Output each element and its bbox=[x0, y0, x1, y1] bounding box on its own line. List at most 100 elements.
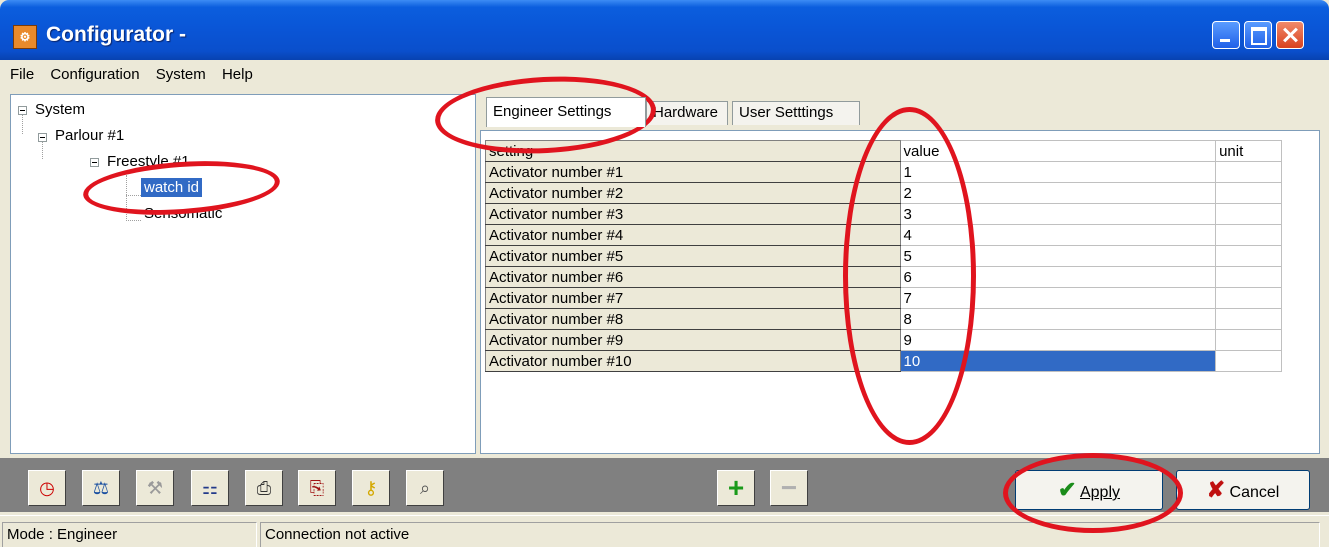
value-cell[interactable]: 3 bbox=[899, 203, 1217, 225]
tree-node-system[interactable]: System bbox=[35, 101, 85, 118]
table-row[interactable]: Activator number #3 3 bbox=[485, 203, 1312, 225]
tree-node-watch-id[interactable]: watch id bbox=[141, 178, 203, 197]
table-row[interactable]: Activator number #8 8 bbox=[485, 308, 1312, 330]
tools-icon[interactable]: ⚒ bbox=[136, 470, 174, 506]
export-icon[interactable]: ⎘ bbox=[298, 470, 336, 506]
table-row[interactable]: Activator number #7 7 bbox=[485, 287, 1312, 309]
grid-blank-cell bbox=[1281, 266, 1312, 288]
close-button[interactable] bbox=[1276, 21, 1304, 49]
tree-line bbox=[126, 175, 127, 221]
menu-system[interactable]: System bbox=[150, 60, 212, 83]
table-row[interactable]: Activator number #5 5 bbox=[485, 245, 1312, 267]
apply-button-label: Apply bbox=[1079, 484, 1121, 501]
grid-blank-cell bbox=[1281, 182, 1312, 204]
collapse-icon[interactable] bbox=[18, 106, 27, 115]
value-cell[interactable]: 8 bbox=[899, 308, 1217, 330]
tab-user-settings[interactable]: User Setttings bbox=[732, 101, 860, 125]
table-row[interactable]: Activator number #4 4 bbox=[485, 224, 1312, 246]
setting-cell[interactable]: Activator number #4 bbox=[485, 224, 901, 246]
network-icon[interactable]: ⚏ bbox=[191, 470, 229, 506]
setting-cell[interactable]: Activator number #9 bbox=[485, 329, 901, 351]
table-row-selected[interactable]: Activator number #10 10 bbox=[485, 350, 1312, 372]
check-icon: ✔ bbox=[1057, 477, 1077, 502]
column-header-value[interactable]: value bbox=[899, 140, 1217, 162]
value-cell[interactable]: 4 bbox=[899, 224, 1217, 246]
search-icon[interactable]: ⌕ bbox=[406, 470, 444, 506]
setting-cell[interactable]: Activator number #7 bbox=[485, 287, 901, 309]
settings-grid[interactable]: setting value unit Activator number #1 1… bbox=[485, 140, 1312, 372]
collapse-icon[interactable] bbox=[90, 158, 99, 167]
grid-blank-cell bbox=[1281, 308, 1312, 330]
setting-cell[interactable]: Activator number #3 bbox=[485, 203, 901, 225]
collapse-icon[interactable] bbox=[38, 133, 47, 142]
tree-line bbox=[126, 220, 141, 221]
grid-blank-cell bbox=[1281, 287, 1312, 309]
cancel-button[interactable]: ✘ Cancel bbox=[1176, 470, 1310, 510]
grid-blank-cell bbox=[1281, 140, 1312, 162]
printer-icon[interactable]: ⎙ bbox=[245, 470, 283, 506]
grid-header-row: setting value unit bbox=[485, 140, 1312, 162]
value-cell[interactable]: 1 bbox=[899, 161, 1217, 183]
window-title: Configurator - bbox=[46, 23, 186, 46]
app-icon: ⚙ bbox=[13, 25, 37, 49]
value-cell[interactable]: 6 bbox=[899, 266, 1217, 288]
value-cell[interactable]: 2 bbox=[899, 182, 1217, 204]
unit-cell[interactable] bbox=[1215, 350, 1283, 372]
tab-engineer-settings[interactable]: Engineer Settings bbox=[486, 97, 646, 127]
tree-node-parlour[interactable]: Parlour #1 bbox=[55, 127, 124, 144]
cancel-x-icon: ✘ bbox=[1206, 477, 1226, 502]
setting-cell[interactable]: Activator number #6 bbox=[485, 266, 901, 288]
key-icon[interactable]: ⚷ bbox=[352, 470, 390, 506]
tree-node-sensomatic[interactable]: Sensomatic bbox=[144, 205, 222, 222]
value-cell[interactable]: 7 bbox=[899, 287, 1217, 309]
clock-icon[interactable]: ◷ bbox=[28, 470, 66, 506]
system-tree[interactable]: System Parlour #1 Freestyle #1 watch id … bbox=[10, 94, 476, 454]
add-icon[interactable]: + bbox=[717, 470, 755, 506]
status-connection: Connection not active bbox=[260, 522, 1320, 547]
grid-blank-cell bbox=[1281, 245, 1312, 267]
column-header-unit[interactable]: unit bbox=[1215, 140, 1283, 162]
table-row[interactable]: Activator number #6 6 bbox=[485, 266, 1312, 288]
tree-line bbox=[22, 114, 23, 134]
setting-cell[interactable]: Activator number #10 bbox=[485, 350, 901, 372]
setting-cell[interactable]: Activator number #2 bbox=[485, 182, 901, 204]
table-row[interactable]: Activator number #1 1 bbox=[485, 161, 1312, 183]
remove-icon[interactable]: − bbox=[770, 470, 808, 506]
unit-cell[interactable] bbox=[1215, 308, 1283, 330]
status-bar: Mode : Engineer Connection not active bbox=[0, 515, 1329, 547]
table-row[interactable]: Activator number #2 2 bbox=[485, 182, 1312, 204]
tree-node-freestyle[interactable]: Freestyle #1 bbox=[107, 153, 190, 170]
menu-help[interactable]: Help bbox=[216, 60, 259, 83]
grid-blank-cell bbox=[1281, 224, 1312, 246]
tab-hardware[interactable]: Hardware bbox=[646, 101, 728, 125]
unit-cell[interactable] bbox=[1215, 203, 1283, 225]
column-header-setting[interactable]: setting bbox=[485, 140, 901, 162]
setting-cell[interactable]: Activator number #5 bbox=[485, 245, 901, 267]
scales-icon[interactable]: ⚖ bbox=[82, 470, 120, 506]
menu-file[interactable]: File bbox=[4, 60, 40, 83]
unit-cell[interactable] bbox=[1215, 224, 1283, 246]
maximize-button[interactable] bbox=[1244, 21, 1272, 49]
unit-cell[interactable] bbox=[1215, 329, 1283, 351]
bottom-toolbar: ◷ ⚖ ⚒ ⚏ ⎙ ⎘ ⚷ ⌕ + − ✔ Apply ✘ Cancel bbox=[0, 458, 1329, 512]
tree-line bbox=[42, 139, 43, 159]
value-cell[interactable]: 9 bbox=[899, 329, 1217, 351]
grid-blank-cell bbox=[1281, 203, 1312, 225]
setting-cell[interactable]: Activator number #1 bbox=[485, 161, 901, 183]
table-row[interactable]: Activator number #9 9 bbox=[485, 329, 1312, 351]
unit-cell[interactable] bbox=[1215, 182, 1283, 204]
menu-configuration[interactable]: Configuration bbox=[44, 60, 145, 83]
setting-cell[interactable]: Activator number #8 bbox=[485, 308, 901, 330]
value-cell[interactable]: 5 bbox=[899, 245, 1217, 267]
grid-blank-cell bbox=[1281, 161, 1312, 183]
apply-button[interactable]: ✔ Apply bbox=[1015, 470, 1163, 510]
configurator-window: ⚙ Configurator - File Configuration Syst… bbox=[0, 0, 1329, 547]
minimize-button[interactable] bbox=[1212, 21, 1240, 49]
unit-cell[interactable] bbox=[1215, 266, 1283, 288]
grid-blank-cell bbox=[1281, 350, 1312, 372]
title-bar[interactable]: ⚙ Configurator - bbox=[0, 0, 1329, 60]
unit-cell[interactable] bbox=[1215, 287, 1283, 309]
unit-cell[interactable] bbox=[1215, 245, 1283, 267]
unit-cell[interactable] bbox=[1215, 161, 1283, 183]
value-cell[interactable]: 10 bbox=[899, 350, 1217, 372]
